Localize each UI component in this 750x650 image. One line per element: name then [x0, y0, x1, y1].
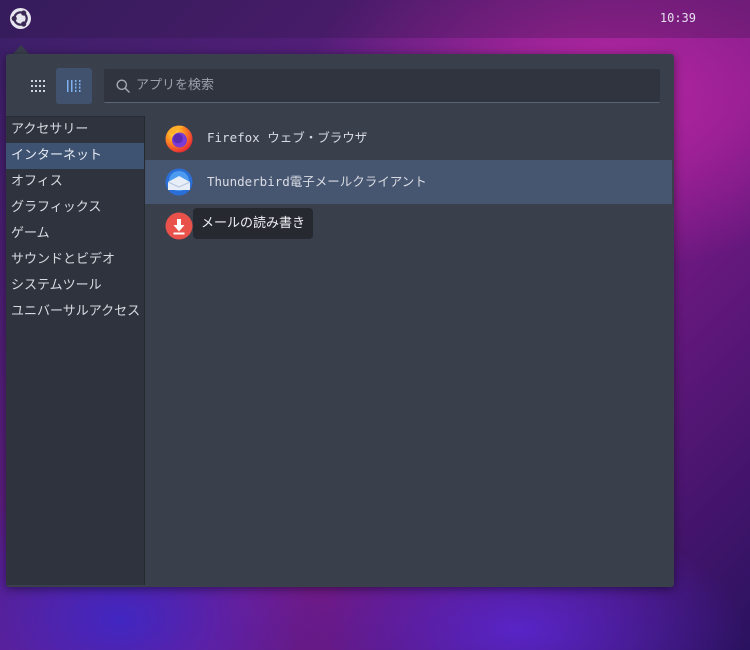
category-accessories[interactable]: アクセサリー — [6, 117, 145, 143]
category-universal-access[interactable]: ユニバーサルアクセス — [6, 299, 145, 325]
list-icon — [67, 80, 81, 92]
grid-icon — [31, 80, 45, 92]
category-sound-video[interactable]: サウンドとビデオ — [6, 247, 145, 273]
clock[interactable]: 10:39 — [660, 11, 696, 25]
app-description-tooltip: メールの読み書き — [193, 208, 314, 239]
app-name: Firefox ウェブ・ブラウザ — [207, 130, 368, 145]
app-item-thunderbird[interactable]: Thunderbird電子メールクライアント — [145, 160, 672, 204]
ubuntu-logo-icon — [10, 8, 31, 29]
category-graphics[interactable]: グラフィックス — [6, 195, 145, 221]
category-system-tools[interactable]: システムツール — [6, 273, 145, 299]
search-input[interactable] — [136, 69, 636, 102]
app-name: Thunderbird電子メールクライアント — [207, 174, 427, 189]
application-list: Firefox ウェブ・ブラウザ Thunderbird電子メールクライアント — [145, 116, 674, 585]
grid-view-button[interactable] — [20, 68, 56, 104]
search-icon — [116, 79, 130, 93]
app-menu-button[interactable] — [9, 7, 32, 30]
download-icon — [165, 212, 193, 240]
list-view-button[interactable] — [56, 68, 92, 104]
category-internet[interactable]: インターネット — [6, 143, 145, 169]
thunderbird-icon — [165, 168, 193, 196]
search-box — [104, 69, 660, 103]
top-panel: 10:39 — [0, 0, 750, 38]
app-item-firefox[interactable]: Firefox ウェブ・ブラウザ — [145, 116, 672, 160]
category-games[interactable]: ゲーム — [6, 221, 145, 247]
firefox-icon — [165, 125, 193, 153]
category-sidebar: アクセサリー インターネット オフィス グラフィックス ゲーム サウンドとビデオ… — [6, 116, 145, 585]
application-menu: アクセサリー インターネット オフィス グラフィックス ゲーム サウンドとビデオ… — [6, 54, 674, 587]
category-office[interactable]: オフィス — [6, 169, 145, 195]
